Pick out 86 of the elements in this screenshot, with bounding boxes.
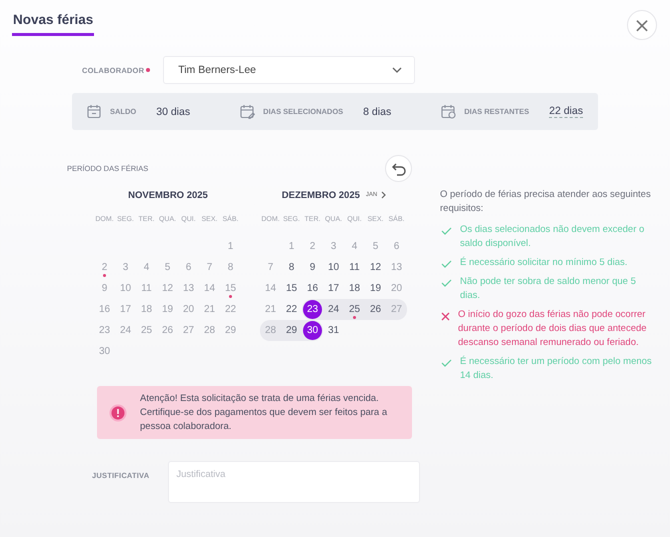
- calendar-day[interactable]: 15: [221, 279, 240, 298]
- calendar-icon: [87, 104, 102, 119]
- calendar-day[interactable]: 28: [200, 321, 219, 340]
- calendar-day[interactable]: 12: [158, 279, 177, 298]
- calendar-day[interactable]: 4: [345, 237, 364, 256]
- calendar-day[interactable]: 17: [116, 300, 135, 319]
- requirement-text: O início do gozo das férias não pode ocorrer durante o período de dois dias que antecede descanso semanal remunerado ou feriado.: [458, 308, 648, 350]
- calendar-day[interactable]: 5: [158, 258, 177, 277]
- calendar-day[interactable]: 8: [282, 258, 301, 277]
- calendar-day[interactable]: 1: [282, 237, 301, 256]
- calendar-day[interactable]: 19: [366, 279, 385, 298]
- calendar-day[interactable]: 14: [261, 279, 280, 298]
- calendar-day[interactable]: 2: [303, 237, 322, 256]
- calendar-day[interactable]: 5: [366, 237, 385, 256]
- calendar-day[interactable]: 4: [137, 258, 156, 277]
- collaborator-select[interactable]: Tim Berners-Lee: [163, 56, 416, 84]
- calendar-day[interactable]: 24: [116, 321, 135, 340]
- calendar-day[interactable]: 30: [303, 321, 322, 340]
- calendar-day[interactable]: 18: [345, 279, 364, 298]
- calendar-day[interactable]: 9: [95, 279, 114, 298]
- calendar-day[interactable]: 2: [95, 258, 114, 277]
- calendar-day[interactable]: 7: [261, 258, 280, 277]
- calendar-day[interactable]: 16: [95, 300, 114, 319]
- calendar-day[interactable]: 25: [137, 321, 156, 340]
- calendar-day[interactable]: 3: [116, 258, 135, 277]
- stat-value: 8 dias: [363, 106, 392, 118]
- alert-icon: [109, 404, 127, 422]
- requirement-text: Os dias selecionados não devem exceder o saldo disponível.: [460, 223, 646, 251]
- requirement-text: É necessário ter um período com pelo menos 14 dias.: [460, 355, 653, 383]
- calendar-day[interactable]: 19: [158, 300, 177, 319]
- justification-field[interactable]: Justificativa: [168, 461, 420, 503]
- calendar-day[interactable]: 10: [116, 279, 135, 298]
- calendar-day[interactable]: 6: [387, 237, 406, 256]
- calendar-day[interactable]: 3: [324, 237, 343, 256]
- calendar-day[interactable]: 24: [324, 300, 343, 319]
- calendar-day[interactable]: 20: [179, 300, 198, 319]
- calendar-day[interactable]: 23: [303, 300, 322, 319]
- requirement-text: Não pode ter sobra de saldo menor que 5 dias.: [460, 275, 637, 303]
- calendar-day[interactable]: 10: [324, 258, 343, 277]
- calendar-day[interactable]: 20: [387, 279, 406, 298]
- calendar-day[interactable]: 21: [200, 300, 219, 319]
- calendar-day[interactable]: 23: [95, 321, 114, 340]
- calendar-day[interactable]: 26: [158, 321, 177, 340]
- calendar-edit-icon: [240, 104, 256, 119]
- calendar-clock-icon: [441, 104, 456, 119]
- month-title: DEZEMBRO 2025: [282, 190, 360, 200]
- calendar-day[interactable]: 13: [387, 258, 406, 277]
- calendar-day[interactable]: 29: [221, 321, 240, 340]
- calendar-day[interactable]: 7: [200, 258, 219, 277]
- stat-value: 22 dias: [549, 105, 583, 118]
- calendar-day[interactable]: 22: [221, 300, 240, 319]
- calendar-day[interactable]: 13: [179, 279, 198, 298]
- close-button[interactable]: ×: [627, 10, 657, 40]
- calendar-day[interactable]: 26: [366, 300, 385, 319]
- calendar-day[interactable]: 30: [95, 342, 114, 361]
- calendar-day[interactable]: 11: [137, 279, 156, 298]
- month-title: NOVEMBRO 2025: [128, 190, 208, 200]
- calendar-day[interactable]: 1: [221, 237, 240, 256]
- calendar-day[interactable]: 22: [282, 300, 301, 319]
- calendar-day[interactable]: 31: [324, 321, 343, 340]
- calendar-day[interactable]: 17: [324, 279, 343, 298]
- undo-button[interactable]: [385, 155, 412, 182]
- calendar-day[interactable]: 27: [387, 300, 406, 319]
- alert-text: Atenção! Esta solicitação se trata de uma férias vencida. Certifique-se dos pagamentos que devem ser feitos para a pessoa colaboradora.: [140, 392, 388, 434]
- calendar-day[interactable]: 14: [200, 279, 219, 298]
- requirements-intro: O período de férias precisa atender aos seguintes requisitos:: [440, 188, 652, 216]
- calendar-day[interactable]: 12: [366, 258, 385, 277]
- select-value: Tim Berners-Lee: [178, 64, 256, 76]
- calendar-day[interactable]: 21: [261, 300, 280, 319]
- stat-value: 30 dias: [156, 106, 190, 118]
- calendar-day[interactable]: 11: [345, 258, 364, 277]
- chevron-right-icon: [381, 191, 386, 199]
- undo-icon: [390, 162, 406, 176]
- calendar-day[interactable]: 9: [303, 258, 322, 277]
- chevron-down-icon: [392, 67, 402, 73]
- calendar-day[interactable]: 18: [137, 300, 156, 319]
- calendar-day[interactable]: 6: [179, 258, 198, 277]
- requirement-text: É necessário solicitar no mínimo 5 dias.: [460, 256, 628, 270]
- calendar-day[interactable]: 28: [261, 321, 280, 340]
- calendar-day[interactable]: 25: [345, 300, 364, 319]
- page-tab[interactable]: Novas férias: [12, 10, 94, 36]
- calendar-day[interactable]: 29: [282, 321, 301, 340]
- calendar-day[interactable]: 16: [303, 279, 322, 298]
- calendar-day[interactable]: 15: [282, 279, 301, 298]
- calendar-day[interactable]: 8: [221, 258, 240, 277]
- calendar-day[interactable]: 27: [179, 321, 198, 340]
